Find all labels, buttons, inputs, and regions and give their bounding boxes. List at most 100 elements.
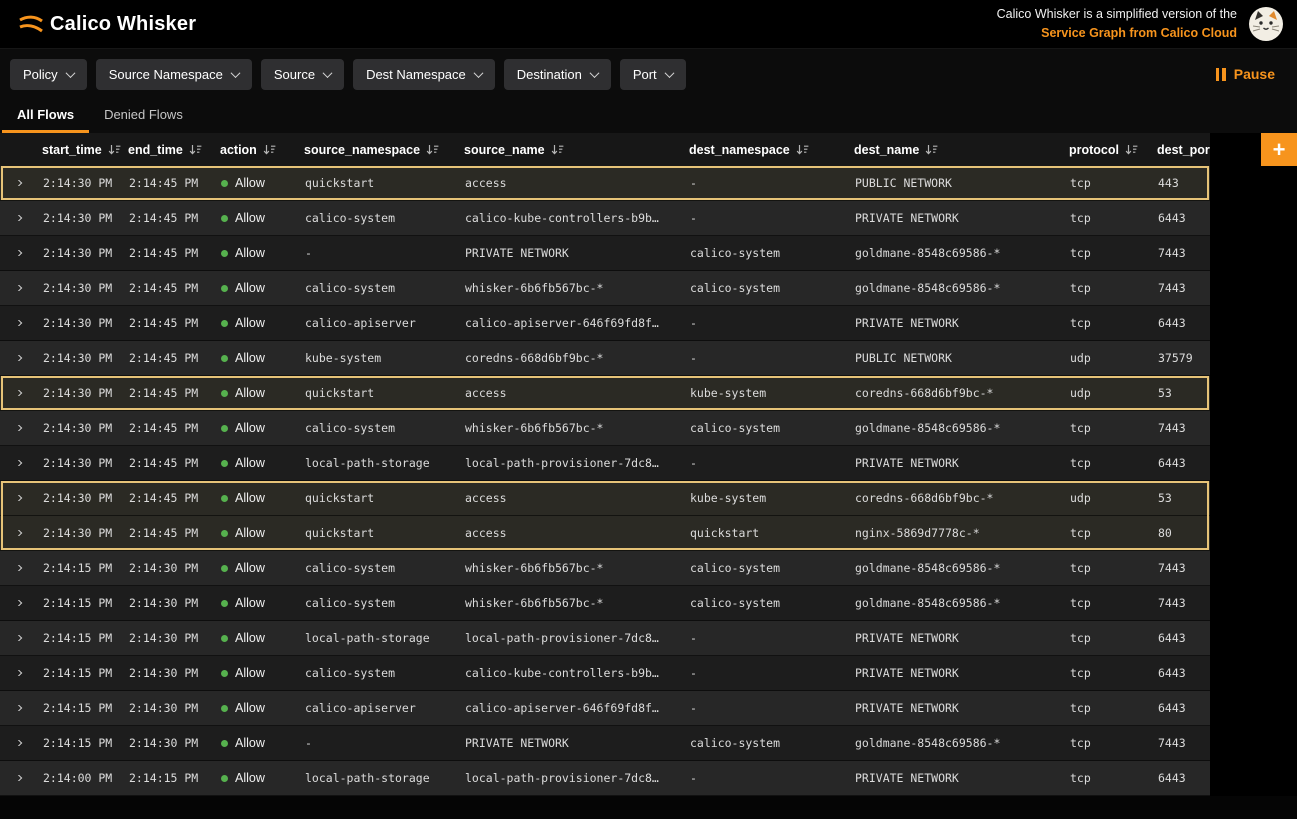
filter-source-namespace[interactable]: Source Namespace (96, 59, 252, 90)
row-expand-chevron-icon[interactable] (14, 285, 22, 291)
action-label: Allow (235, 666, 265, 680)
cell-action: Allow (214, 491, 298, 505)
service-graph-link[interactable]: Service Graph from Calico Cloud (997, 24, 1237, 43)
cell-protocol: udp (1063, 351, 1151, 365)
table-row[interactable]: 2:14:30 PM 2:14:45 PM Allow calico-syste… (0, 271, 1210, 306)
sort-icon[interactable] (108, 144, 121, 156)
add-filter-button[interactable]: + (1261, 133, 1297, 166)
row-expand-chevron-icon[interactable] (14, 250, 22, 256)
cell-dest-port: 6443 (1151, 631, 1210, 645)
filter-destination[interactable]: Destination (504, 59, 611, 90)
table-row[interactable]: 2:14:30 PM 2:14:45 PM Allow local-path-s… (0, 446, 1210, 481)
cell-source-name: access (458, 526, 683, 540)
table-row[interactable]: 2:14:15 PM 2:14:30 PM Allow calico-apise… (0, 691, 1210, 726)
cell-action: Allow (214, 596, 298, 610)
column-header-source-namespace[interactable]: source_namespace (298, 143, 458, 157)
filter-label: Destination (517, 67, 582, 82)
row-expand-chevron-icon[interactable] (14, 565, 22, 571)
allow-status-dot (221, 705, 228, 712)
sort-icon[interactable] (263, 144, 276, 156)
cell-dest-namespace: - (683, 351, 848, 365)
tab-denied-flows[interactable]: Denied Flows (89, 99, 198, 133)
column-header-end-time[interactable]: end_time (122, 143, 214, 157)
cell-source-name: PRIVATE NETWORK (458, 736, 683, 750)
cell-action: Allow (214, 701, 298, 715)
calico-cat-avatar (1249, 7, 1283, 41)
sort-icon[interactable] (1125, 144, 1138, 156)
table-row[interactable]: 2:14:30 PM 2:14:45 PM Allow quickstart a… (0, 516, 1210, 551)
filter-source[interactable]: Source (261, 59, 344, 90)
row-expand-chevron-icon[interactable] (14, 425, 22, 431)
cell-dest-name: goldmane-8548c69586-* (848, 281, 1063, 295)
cell-protocol: udp (1063, 491, 1151, 505)
allow-status-dot (221, 320, 228, 327)
row-expand-chevron-icon[interactable] (14, 320, 22, 326)
cell-dest-name: PRIVATE NETWORK (848, 456, 1063, 470)
row-expand-chevron-icon[interactable] (14, 705, 22, 711)
row-expand-chevron-icon[interactable] (14, 390, 22, 396)
row-expand-chevron-icon[interactable] (14, 530, 22, 536)
row-expand-chevron-icon[interactable] (14, 215, 22, 221)
filter-label: Source (274, 67, 315, 82)
column-header-start-time[interactable]: start_time (36, 143, 122, 157)
table-row[interactable]: 2:14:15 PM 2:14:30 PM Allow calico-syste… (0, 551, 1210, 586)
table-row[interactable]: 2:14:30 PM 2:14:45 PM Allow quickstart a… (0, 376, 1210, 411)
table-row[interactable]: 2:14:30 PM 2:14:45 PM Allow calico-syste… (0, 201, 1210, 236)
cell-start-time: 2:14:15 PM (36, 561, 122, 575)
action-label: Allow (235, 316, 265, 330)
column-header-dest-namespace[interactable]: dest_namespace (683, 143, 848, 157)
cell-dest-name: coredns-668d6bf9bc-* (848, 386, 1063, 400)
cell-dest-namespace: - (683, 631, 848, 645)
column-header-protocol[interactable]: protocol (1063, 143, 1151, 157)
table-row[interactable]: 2:14:30 PM 2:14:45 PM Allow kube-system … (0, 341, 1210, 376)
tab-all-flows[interactable]: All Flows (2, 99, 89, 133)
cell-dest-port: 7443 (1151, 281, 1210, 295)
table-row[interactable]: 2:14:15 PM 2:14:30 PM Allow local-path-s… (0, 621, 1210, 656)
table-row[interactable]: 2:14:30 PM 2:14:45 PM Allow calico-syste… (0, 411, 1210, 446)
column-header-dest-name[interactable]: dest_name (848, 143, 1063, 157)
sort-icon[interactable] (426, 144, 439, 156)
column-label: dest_namespace (689, 143, 790, 157)
table-row[interactable]: 2:14:30 PM 2:14:45 PM Allow quickstart a… (0, 481, 1210, 516)
row-expand-chevron-icon[interactable] (14, 600, 22, 606)
row-expand-chevron-icon[interactable] (14, 355, 22, 361)
table-row[interactable]: 2:14:00 PM 2:14:15 PM Allow local-path-s… (0, 761, 1210, 796)
table-row[interactable]: 2:14:30 PM 2:14:45 PM Allow calico-apise… (0, 306, 1210, 341)
cell-source-name: whisker-6b6fb567bc-* (458, 561, 683, 575)
row-expand-chevron-icon[interactable] (14, 775, 22, 781)
sort-icon[interactable] (551, 144, 564, 156)
cell-source-namespace: calico-apiserver (298, 316, 458, 330)
header-tagline: Calico Whisker is a simplified version o… (997, 5, 1237, 44)
table-header-row: start_time end_time action source_namesp… (0, 133, 1210, 166)
filter-policy[interactable]: Policy (10, 59, 87, 90)
filter-label: Dest Namespace (366, 67, 466, 82)
pause-button[interactable]: Pause (1216, 66, 1283, 82)
row-expand-chevron-icon[interactable] (14, 740, 22, 746)
table-row[interactable]: 2:14:15 PM 2:14:30 PM Allow calico-syste… (0, 656, 1210, 691)
cell-end-time: 2:14:45 PM (122, 316, 214, 330)
filter-dest-namespace[interactable]: Dest Namespace (353, 59, 495, 90)
sort-icon[interactable] (796, 144, 809, 156)
filter-port[interactable]: Port (620, 59, 686, 90)
sort-icon[interactable] (189, 144, 202, 156)
app-header: Calico Whisker Calico Whisker is a simpl… (0, 0, 1297, 49)
table-row[interactable]: 2:14:30 PM 2:14:45 PM Allow quickstart a… (0, 166, 1210, 201)
cell-source-name: local-path-provisioner-7dc8… (458, 771, 683, 785)
chevron-down-icon (589, 68, 599, 78)
cell-dest-port: 7443 (1151, 421, 1210, 435)
cell-protocol: tcp (1063, 211, 1151, 225)
column-header-source-name[interactable]: source_name (458, 143, 683, 157)
table-row[interactable]: 2:14:15 PM 2:14:30 PM Allow - PRIVATE NE… (0, 726, 1210, 761)
column-header-action[interactable]: action (214, 143, 298, 157)
cell-action: Allow (214, 421, 298, 435)
row-expand-chevron-icon[interactable] (14, 180, 22, 186)
sort-icon[interactable] (925, 144, 938, 156)
row-expand-chevron-icon[interactable] (14, 460, 22, 466)
table-row[interactable]: 2:14:30 PM 2:14:45 PM Allow - PRIVATE NE… (0, 236, 1210, 271)
row-expand-chevron-icon[interactable] (14, 670, 22, 676)
row-expand-chevron-icon[interactable] (14, 495, 22, 501)
column-header-dest-port[interactable]: dest_port (1151, 143, 1210, 157)
table-row[interactable]: 2:14:15 PM 2:14:30 PM Allow calico-syste… (0, 586, 1210, 621)
cell-start-time: 2:14:30 PM (36, 386, 122, 400)
row-expand-chevron-icon[interactable] (14, 635, 22, 641)
